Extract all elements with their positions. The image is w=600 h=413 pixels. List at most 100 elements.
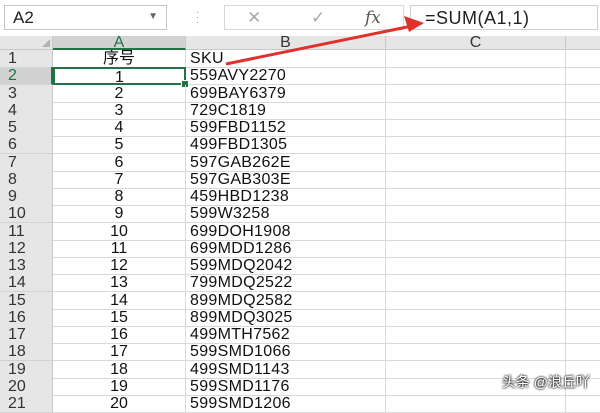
cell-b[interactable]: 599FBD1152 (186, 119, 386, 137)
cell-a[interactable]: 3 (53, 101, 186, 120)
cell-d[interactable] (566, 343, 600, 362)
cell-b[interactable]: 559AVY2270 (186, 67, 386, 86)
row-header[interactable]: 5 (0, 119, 53, 137)
row-header[interactable]: 17 (0, 326, 53, 344)
row-header[interactable]: 6 (0, 136, 53, 155)
cell-a[interactable]: 16 (53, 326, 186, 344)
cell-a[interactable]: 6 (53, 153, 186, 172)
name-box[interactable]: A2 ▼ (4, 5, 167, 30)
cell-b[interactable]: 799MDQ2522 (186, 274, 386, 293)
cell-c[interactable] (386, 222, 566, 241)
row-header[interactable]: 4 (0, 101, 53, 120)
cell-c[interactable] (386, 50, 566, 68)
cell-c[interactable] (386, 153, 566, 172)
cell-c[interactable] (386, 119, 566, 137)
cell-d[interactable] (566, 309, 600, 327)
cell-d[interactable] (566, 50, 600, 68)
cell-c[interactable] (386, 205, 566, 224)
cell-a[interactable]: 5 (53, 136, 186, 155)
cell-a[interactable]: 12 (53, 257, 186, 275)
cell-b[interactable]: 699DOH1908 (186, 222, 386, 241)
cancel-icon[interactable]: ✕ (247, 8, 261, 28)
cell-a[interactable]: 20 (53, 395, 186, 413)
cell-a[interactable]: 14 (53, 291, 186, 310)
cell-c[interactable] (386, 67, 566, 86)
formula-input[interactable]: =SUM(A1,1) (410, 5, 598, 30)
cell-b[interactable]: 499SMD1143 (186, 360, 386, 379)
cell-b[interactable]: 599SMD1206 (186, 395, 386, 413)
select-all-button[interactable] (0, 36, 53, 50)
cell-d[interactable] (566, 67, 600, 86)
cell-c[interactable] (386, 326, 566, 344)
row-header[interactable]: 16 (0, 308, 53, 327)
cell-c[interactable] (386, 257, 566, 275)
cell-d[interactable] (566, 102, 600, 120)
cell-b[interactable]: 599SMD1176 (186, 377, 386, 396)
cell-b[interactable]: 729C1819 (186, 101, 386, 120)
cell-a[interactable]: 10 (53, 222, 186, 241)
insert-function-icon[interactable]: fx (365, 8, 381, 28)
cell-d[interactable] (566, 85, 600, 103)
drag-handle-icon[interactable]: · · · (196, 8, 199, 28)
cell-a[interactable]: 15 (53, 308, 186, 327)
row-header[interactable]: 8 (0, 170, 53, 189)
cell-a[interactable]: 17 (53, 343, 186, 362)
cell-d[interactable] (566, 119, 600, 137)
cell-d[interactable] (566, 292, 600, 310)
cell-a[interactable]: 7 (53, 170, 186, 189)
cell-a[interactable]: 19 (53, 377, 186, 396)
column-header-next[interactable] (566, 36, 600, 50)
cell-d[interactable] (566, 274, 600, 293)
cell-b[interactable]: 599MDQ2042 (186, 257, 386, 275)
cell-d[interactable] (566, 395, 600, 413)
column-header-b[interactable]: B (186, 35, 386, 51)
cell-d[interactable] (566, 223, 600, 241)
cell-a[interactable]: 9 (53, 205, 186, 224)
cell-c[interactable] (386, 395, 566, 413)
cell-d[interactable] (566, 136, 600, 155)
cell-d[interactable] (566, 257, 600, 275)
cell-b[interactable]: 499MTH7562 (186, 326, 386, 344)
cell-a[interactable]: 序号 (53, 50, 186, 68)
row-header[interactable]: 11 (0, 222, 53, 241)
cell-c[interactable] (386, 188, 566, 206)
row-header[interactable]: 18 (0, 343, 53, 362)
row-header[interactable]: 10 (0, 205, 53, 224)
cell-c[interactable] (386, 308, 566, 327)
cell-b[interactable]: 599W3258 (186, 205, 386, 224)
column-header-a[interactable]: A (53, 35, 186, 51)
cell-b[interactable]: SKU (186, 50, 386, 68)
row-header[interactable]: 15 (0, 291, 53, 310)
cell-c[interactable] (386, 291, 566, 310)
row-header[interactable]: 20 (0, 377, 53, 396)
cell-c[interactable] (386, 170, 566, 189)
cell-c[interactable] (386, 84, 566, 103)
cell-c[interactable] (386, 274, 566, 293)
cell-a[interactable]: 13 (53, 274, 186, 293)
row-header[interactable]: 13 (0, 257, 53, 275)
column-header-c[interactable]: C (386, 35, 566, 51)
cell-a[interactable]: 11 (53, 239, 186, 258)
row-header[interactable]: 7 (0, 153, 53, 172)
cell-b[interactable]: 899MDQ2582 (186, 291, 386, 310)
cell-d[interactable] (566, 326, 600, 344)
cell-c[interactable] (386, 239, 566, 258)
row-header[interactable]: 9 (0, 188, 53, 206)
cell-b[interactable]: 459HBD1238 (186, 188, 386, 206)
cell-a[interactable]: 8 (53, 188, 186, 206)
row-header[interactable]: 2 (0, 67, 53, 86)
row-header[interactable]: 19 (0, 360, 53, 379)
cell-b[interactable]: 699BAY6379 (186, 84, 386, 103)
enter-icon[interactable]: ✓ (311, 8, 325, 28)
cell-a[interactable]: 18 (53, 360, 186, 379)
cell-c[interactable] (386, 343, 566, 362)
row-header[interactable]: 12 (0, 239, 53, 258)
cell-b[interactable]: 899MDQ3025 (186, 308, 386, 327)
cell-b[interactable]: 599SMD1066 (186, 343, 386, 362)
cell-b[interactable]: 597GAB303E (186, 170, 386, 189)
cell-c[interactable] (386, 101, 566, 120)
cell-d[interactable] (566, 171, 600, 189)
cell-b[interactable]: 499FBD1305 (186, 136, 386, 155)
cell-a[interactable]: 2 (53, 84, 186, 103)
row-header[interactable]: 14 (0, 274, 53, 293)
